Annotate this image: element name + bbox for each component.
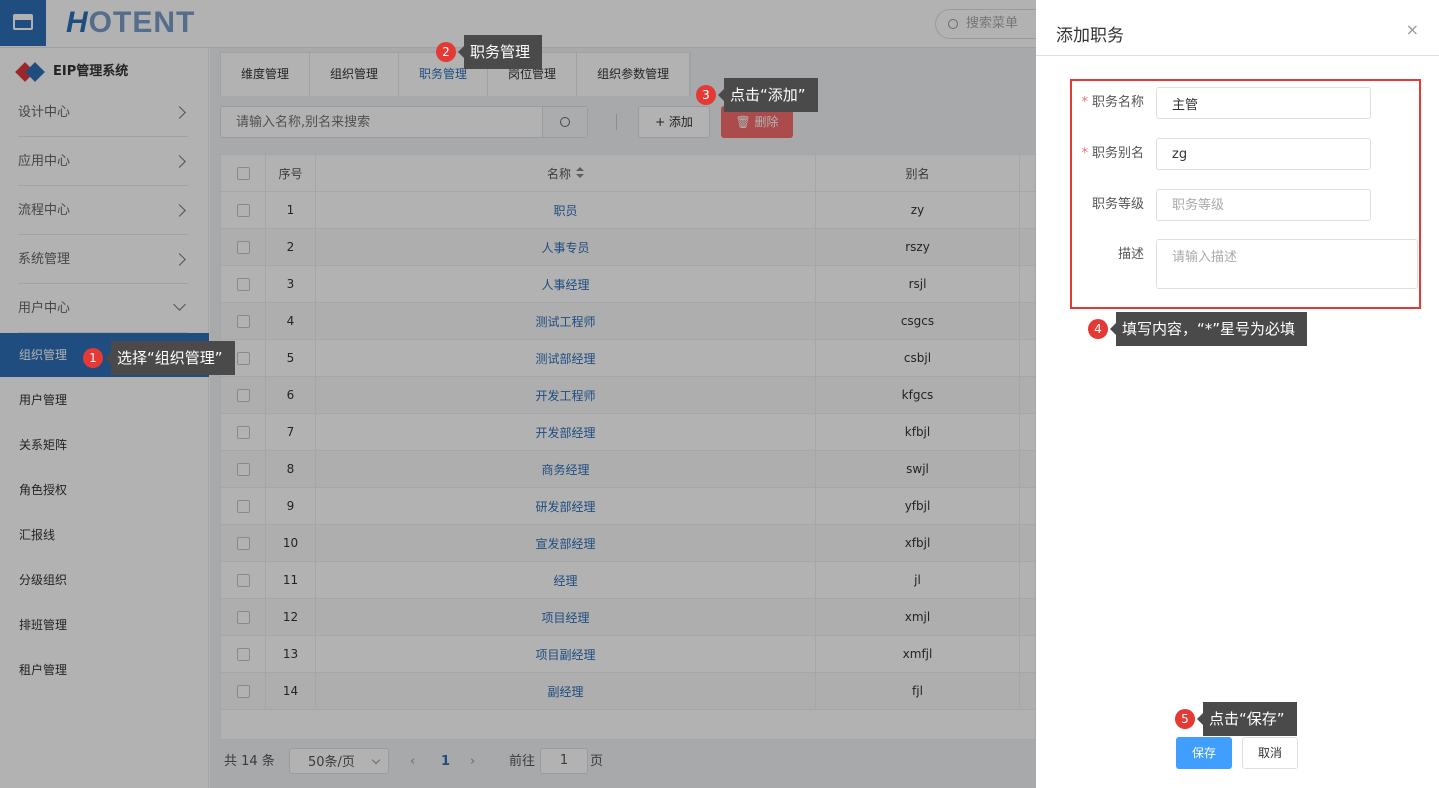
form-row-alias: * 职务别名 [1036,138,1439,170]
divider [1036,55,1439,56]
job-name-field[interactable] [1156,87,1371,119]
cancel-button[interactable]: 取消 [1242,737,1298,769]
form-row-desc: 描述 [1036,239,1439,289]
save-button[interactable]: 保存 [1176,737,1232,769]
description-field[interactable] [1156,239,1418,289]
job-level-field[interactable] [1156,189,1371,221]
form-row-name: * 职务名称 [1036,87,1439,119]
form-row-level: 职务等级 [1036,189,1439,221]
level-label: 职务等级 [1091,197,1144,212]
desc-label: 描述 [1117,247,1144,262]
name-label: * 职务名称 [1081,95,1144,110]
close-icon[interactable]: × [1406,20,1419,39]
add-job-drawer: 添加职务 × *职务名称 *职务别名 职务等级 描述 保存 取消 [1036,0,1439,788]
drawer-title: 添加职务 [1056,26,1124,46]
job-alias-field[interactable] [1156,138,1371,170]
alias-label: * 职务别名 [1081,146,1144,161]
modal-overlay[interactable] [0,0,1036,788]
